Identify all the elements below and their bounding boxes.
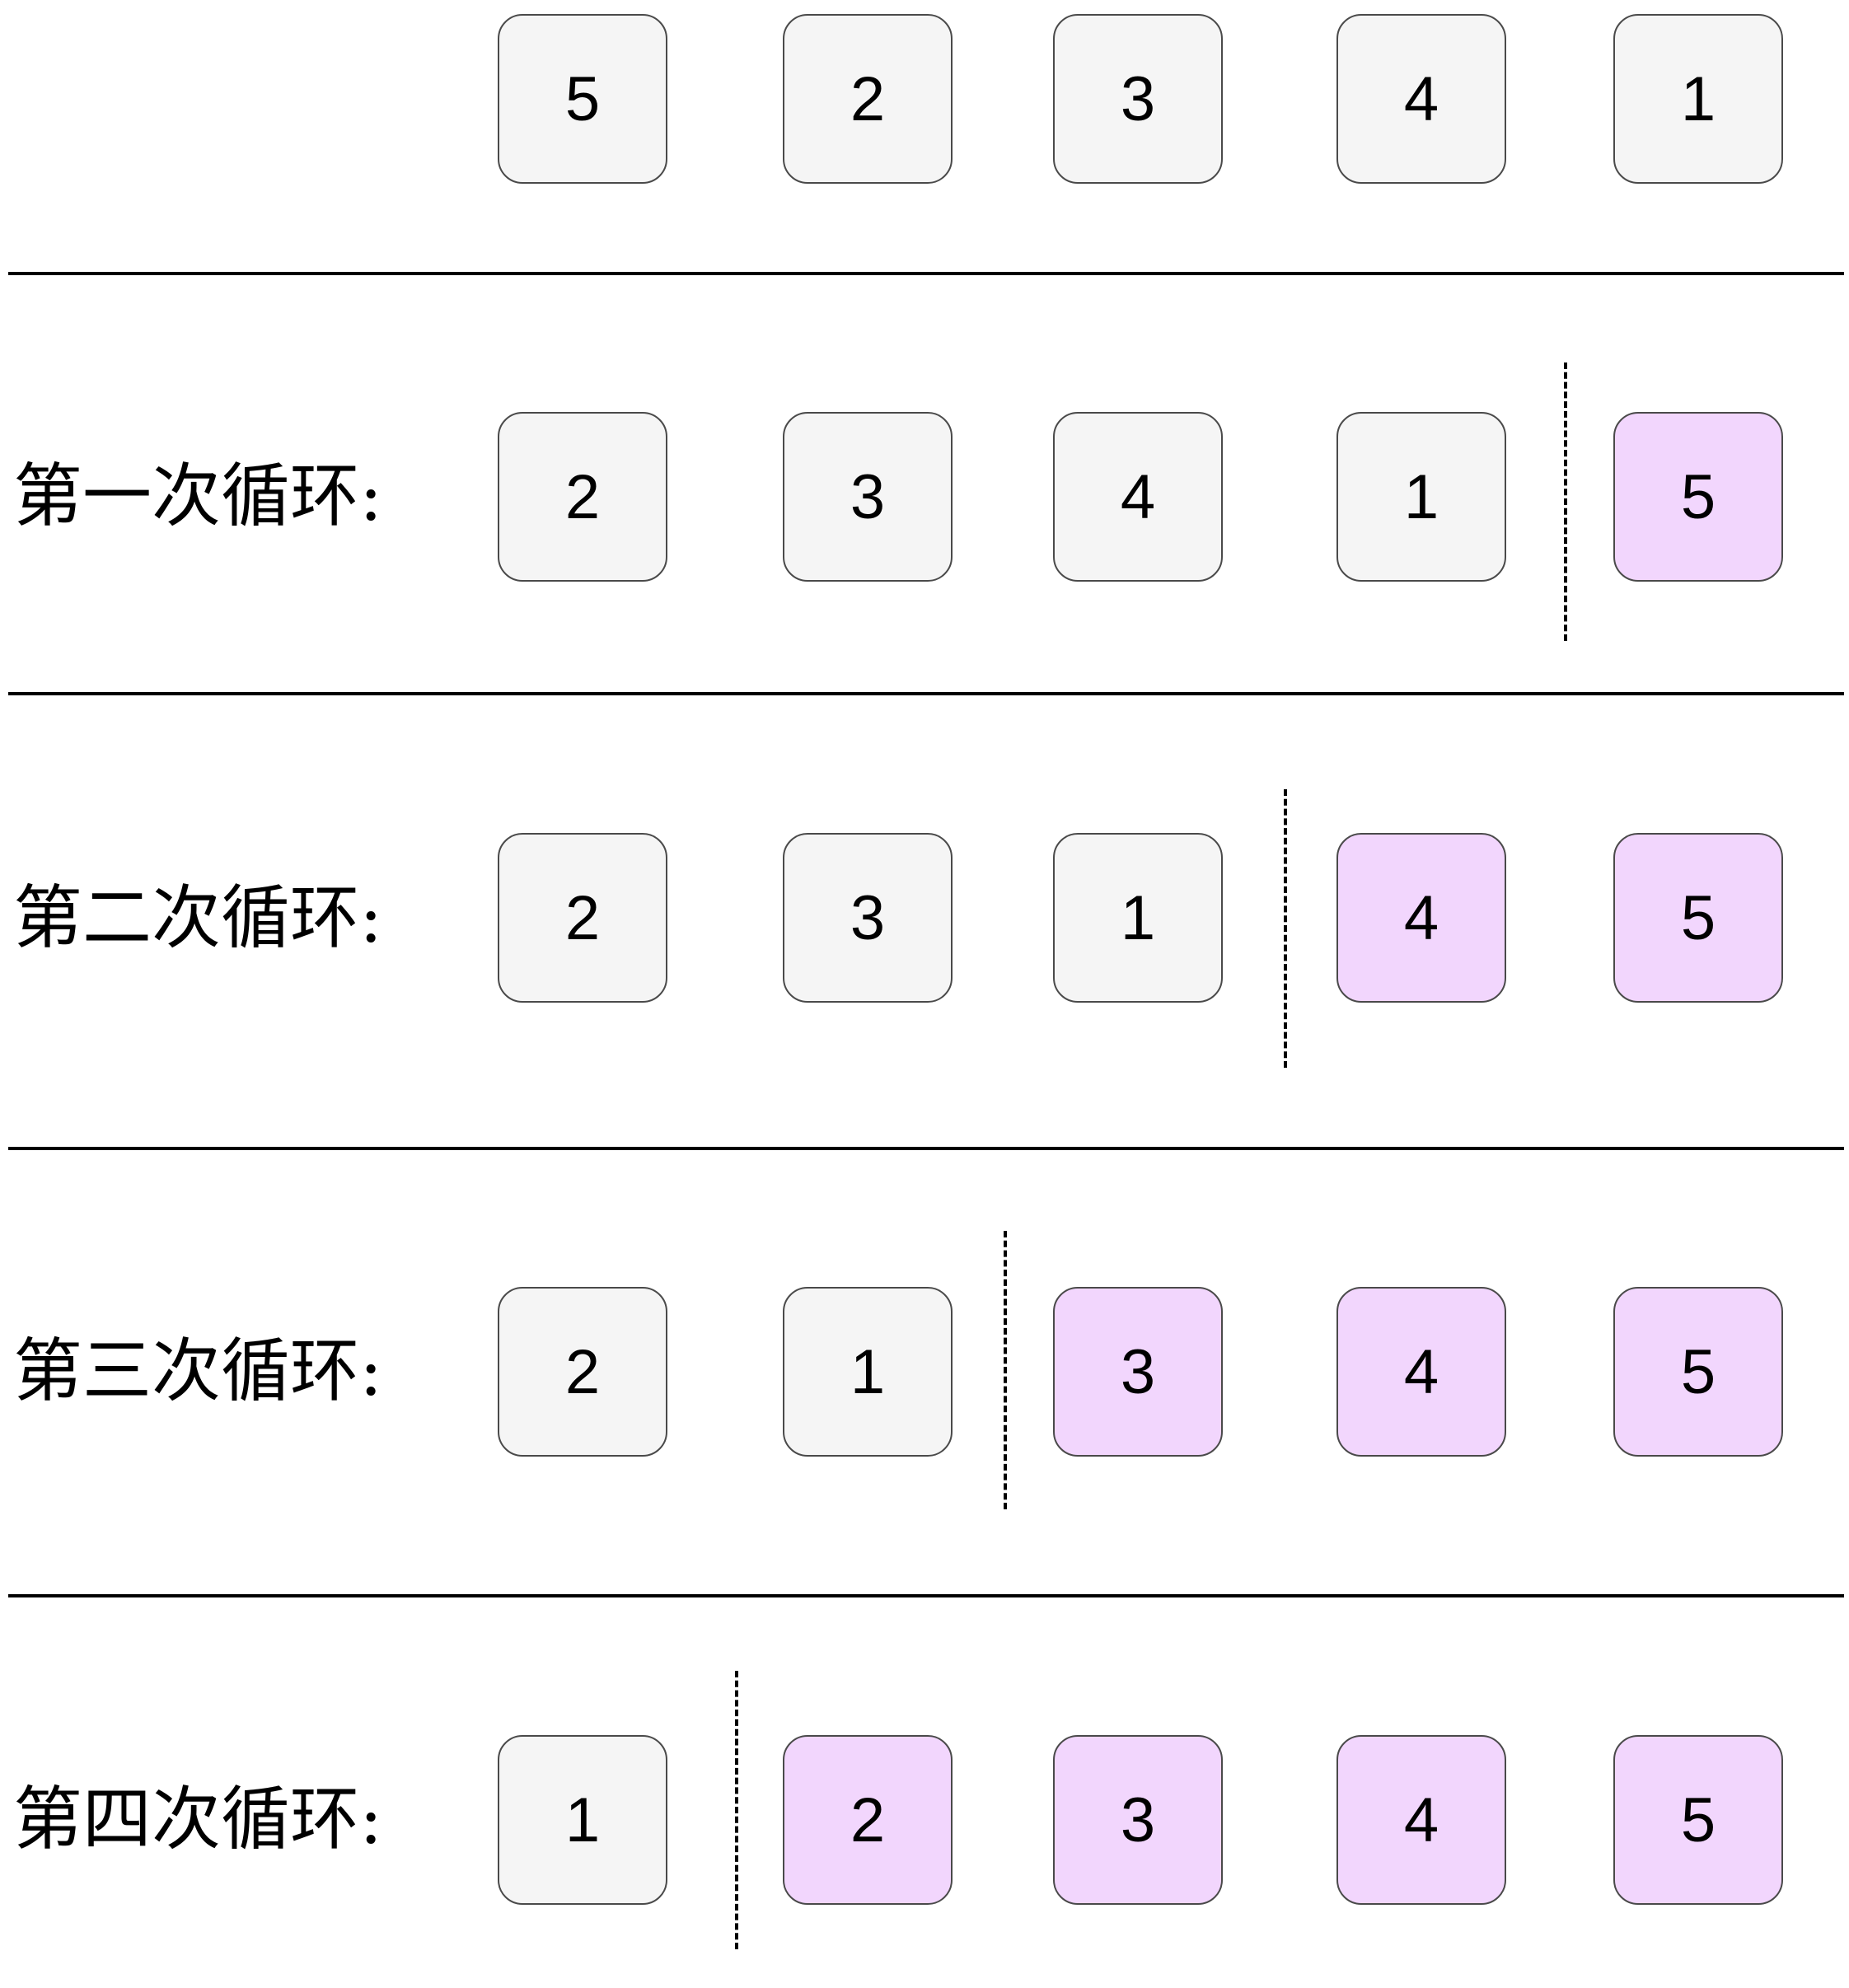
array-cell: 4 — [1053, 412, 1223, 582]
array-cell: 5 — [1613, 1735, 1783, 1905]
array-cell: 4 — [1336, 1735, 1506, 1905]
pass-label: 第二次循环: — [13, 877, 383, 958]
array-cell: 5 — [498, 14, 667, 184]
sorted-boundary-divider — [735, 1671, 738, 1949]
row-separator — [8, 1594, 1844, 1597]
array-cell: 1 — [1053, 833, 1223, 1003]
array-cell: 2 — [498, 833, 667, 1003]
sorted-boundary-divider — [1564, 363, 1567, 641]
array-cell: 5 — [1613, 833, 1783, 1003]
array-cell: 2 — [498, 412, 667, 582]
array-cell: 1 — [1336, 412, 1506, 582]
pass-label: 第四次循环: — [13, 1779, 383, 1859]
array-cell: 3 — [783, 412, 953, 582]
array-cell: 1 — [498, 1735, 667, 1905]
row-separator — [8, 692, 1844, 695]
sorted-boundary-divider — [1004, 1231, 1007, 1509]
array-cell: 5 — [1613, 1287, 1783, 1457]
array-cell: 2 — [783, 1735, 953, 1905]
array-cell: 1 — [1613, 14, 1783, 184]
array-cell: 3 — [1053, 14, 1223, 184]
array-cell: 3 — [1053, 1735, 1223, 1905]
row-separator — [8, 272, 1844, 275]
array-cell: 3 — [1053, 1287, 1223, 1457]
array-cell: 4 — [1336, 14, 1506, 184]
array-cell: 4 — [1336, 833, 1506, 1003]
pass-label: 第三次循环: — [13, 1331, 383, 1411]
array-cell: 3 — [783, 833, 953, 1003]
sorted-boundary-divider — [1284, 789, 1287, 1068]
row-separator — [8, 1147, 1844, 1150]
array-cell: 5 — [1613, 412, 1783, 582]
pass-label: 第一次循环: — [13, 456, 383, 536]
array-cell: 2 — [783, 14, 953, 184]
array-cell: 4 — [1336, 1287, 1506, 1457]
array-cell: 2 — [498, 1287, 667, 1457]
array-cell: 1 — [783, 1287, 953, 1457]
